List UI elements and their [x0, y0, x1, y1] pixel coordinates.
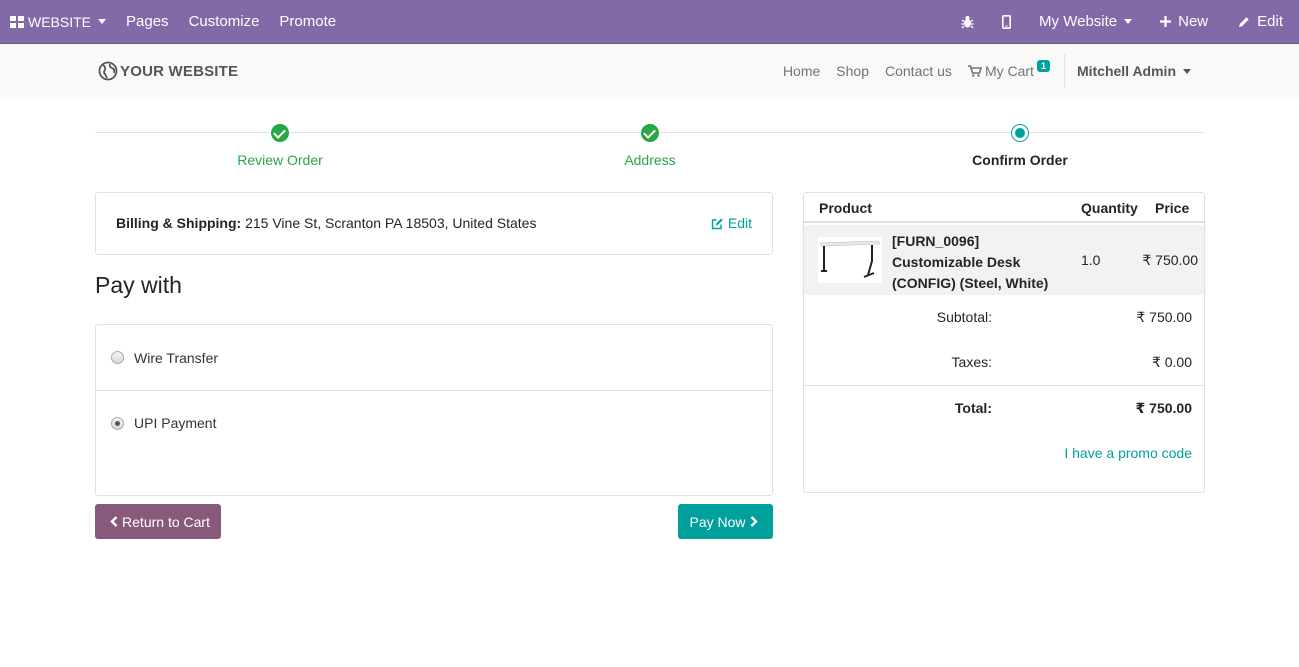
product-quantity: 1.0	[1081, 252, 1101, 268]
user-name: Mitchell Admin	[1076, 63, 1176, 79]
my-website-label: My Website	[1039, 13, 1118, 30]
chevron-left-icon	[110, 514, 118, 530]
totals-divider	[804, 385, 1204, 386]
column-header-quantity: Quantity	[1081, 200, 1138, 216]
pencil-icon	[1238, 16, 1250, 28]
promote-menu[interactable]: Promote	[269, 0, 346, 43]
apps-grid-icon	[10, 15, 24, 28]
admin-bar-right: My Website New Edit	[951, 0, 1299, 43]
nav-cart-label: My Cart	[984, 63, 1034, 79]
pay-now-label: Pay Now	[689, 513, 746, 530]
return-to-cart-button[interactable]: Return to Cart	[95, 504, 221, 539]
new-button[interactable]: New	[1142, 0, 1218, 43]
nav-shop[interactable]: Shop	[828, 63, 877, 79]
total-label: Total:	[954, 400, 992, 416]
pages-menu[interactable]: Pages	[116, 0, 179, 43]
current-step-icon	[1011, 124, 1029, 142]
column-header-price: Price	[1155, 200, 1190, 216]
chevron-down-icon	[98, 19, 107, 24]
payment-method-upi[interactable]: UPI Payment	[96, 391, 772, 455]
website-menu-label: WEBSITE	[28, 13, 92, 30]
nav-divider	[1063, 54, 1065, 88]
main-nav: Home Shop Contact us My Cart 1 Mitchell …	[775, 44, 1199, 98]
user-menu[interactable]: Mitchell Admin	[1069, 63, 1199, 79]
product-name: [FURN_0096] Customizable Desk (CONFIG) (…	[892, 233, 1049, 291]
billing-shipping-card: Billing & Shipping: 215 Vine St, Scranto…	[95, 192, 773, 255]
column-header-product: Product	[819, 200, 872, 216]
chevron-right-icon	[750, 514, 758, 530]
website-menu[interactable]: WEBSITE	[0, 0, 116, 43]
globe-icon	[98, 61, 118, 81]
return-to-cart-label: Return to Cart	[122, 513, 210, 530]
site-header: YOUR WEBSITE Home Shop Contact us My Car…	[0, 43, 1299, 97]
my-website-menu[interactable]: My Website	[1029, 0, 1142, 43]
chevron-down-icon	[1124, 19, 1133, 24]
new-label: New	[1178, 13, 1209, 30]
cart-icon	[967, 65, 982, 77]
edit-address-label: Edit	[727, 215, 752, 231]
admin-bar-left: WEBSITE Pages Customize Promote	[0, 0, 346, 43]
bug-icon	[961, 15, 974, 28]
taxes-value: ₹ 0.00	[1151, 354, 1192, 370]
cart-count-badge: 1	[1036, 60, 1050, 72]
nav-home[interactable]: Home	[775, 63, 828, 79]
order-summary-header: Product Quantity Price	[804, 193, 1204, 223]
plus-icon	[1160, 16, 1172, 27]
billing-label: Billing & Shipping:	[116, 215, 242, 231]
nav-cart[interactable]: My Cart 1	[960, 60, 1058, 79]
step-address[interactable]: Address	[550, 124, 750, 168]
mobile-preview-button[interactable]	[984, 0, 1029, 43]
customize-menu[interactable]: Customize	[179, 0, 270, 43]
subtotal-value: ₹ 750.00	[1136, 309, 1192, 325]
mobile-icon	[1002, 14, 1012, 29]
step-label: Confirm Order	[972, 152, 1068, 168]
nav-contact[interactable]: Contact us	[877, 63, 960, 79]
check-circle-icon	[271, 124, 289, 142]
edit-address-link[interactable]: Edit	[711, 215, 752, 231]
payment-methods-list: Wire Transfer UPI Payment	[95, 324, 773, 496]
debug-button[interactable]	[951, 0, 984, 43]
step-review-order[interactable]: Review Order	[180, 124, 380, 168]
edit-icon	[711, 218, 723, 229]
product-price: ₹ 750.00	[1142, 252, 1198, 268]
order-line: [FURN_0096] Customizable Desk (CONFIG) (…	[804, 225, 1204, 295]
upi-payment-radio[interactable]	[111, 416, 124, 430]
step-label: Review Order	[237, 152, 323, 168]
product-image	[818, 237, 882, 283]
promo-code-link[interactable]: I have a promo code	[1064, 445, 1192, 461]
total-value: ₹ 750.00	[1135, 400, 1192, 416]
payment-method-wire-transfer[interactable]: Wire Transfer	[96, 325, 772, 391]
payment-method-label: Wire Transfer	[134, 349, 219, 366]
payment-method-label: UPI Payment	[134, 415, 217, 431]
site-logo[interactable]: YOUR WEBSITE	[98, 61, 238, 81]
pay-now-button[interactable]: Pay Now	[678, 504, 773, 539]
subtotal-label: Subtotal:	[936, 309, 992, 325]
admin-bar: WEBSITE Pages Customize Promote My Websi…	[0, 0, 1299, 43]
taxes-label: Taxes:	[951, 354, 992, 370]
wire-transfer-radio[interactable]	[111, 351, 124, 364]
step-confirm-order: Confirm Order	[920, 124, 1120, 168]
edit-button[interactable]: Edit	[1218, 0, 1283, 43]
site-logo-text: YOUR WEBSITE	[120, 62, 239, 80]
pay-with-heading: Pay with	[95, 272, 182, 298]
step-label: Address	[624, 152, 676, 168]
billing-address: 215 Vine St, Scranton PA 18503, United S…	[245, 215, 537, 231]
check-circle-icon	[641, 124, 659, 142]
order-summary: Product Quantity Price [FURN_0096] Custo…	[803, 192, 1205, 493]
edit-label: Edit	[1257, 13, 1283, 30]
chevron-down-icon	[1183, 68, 1191, 74]
